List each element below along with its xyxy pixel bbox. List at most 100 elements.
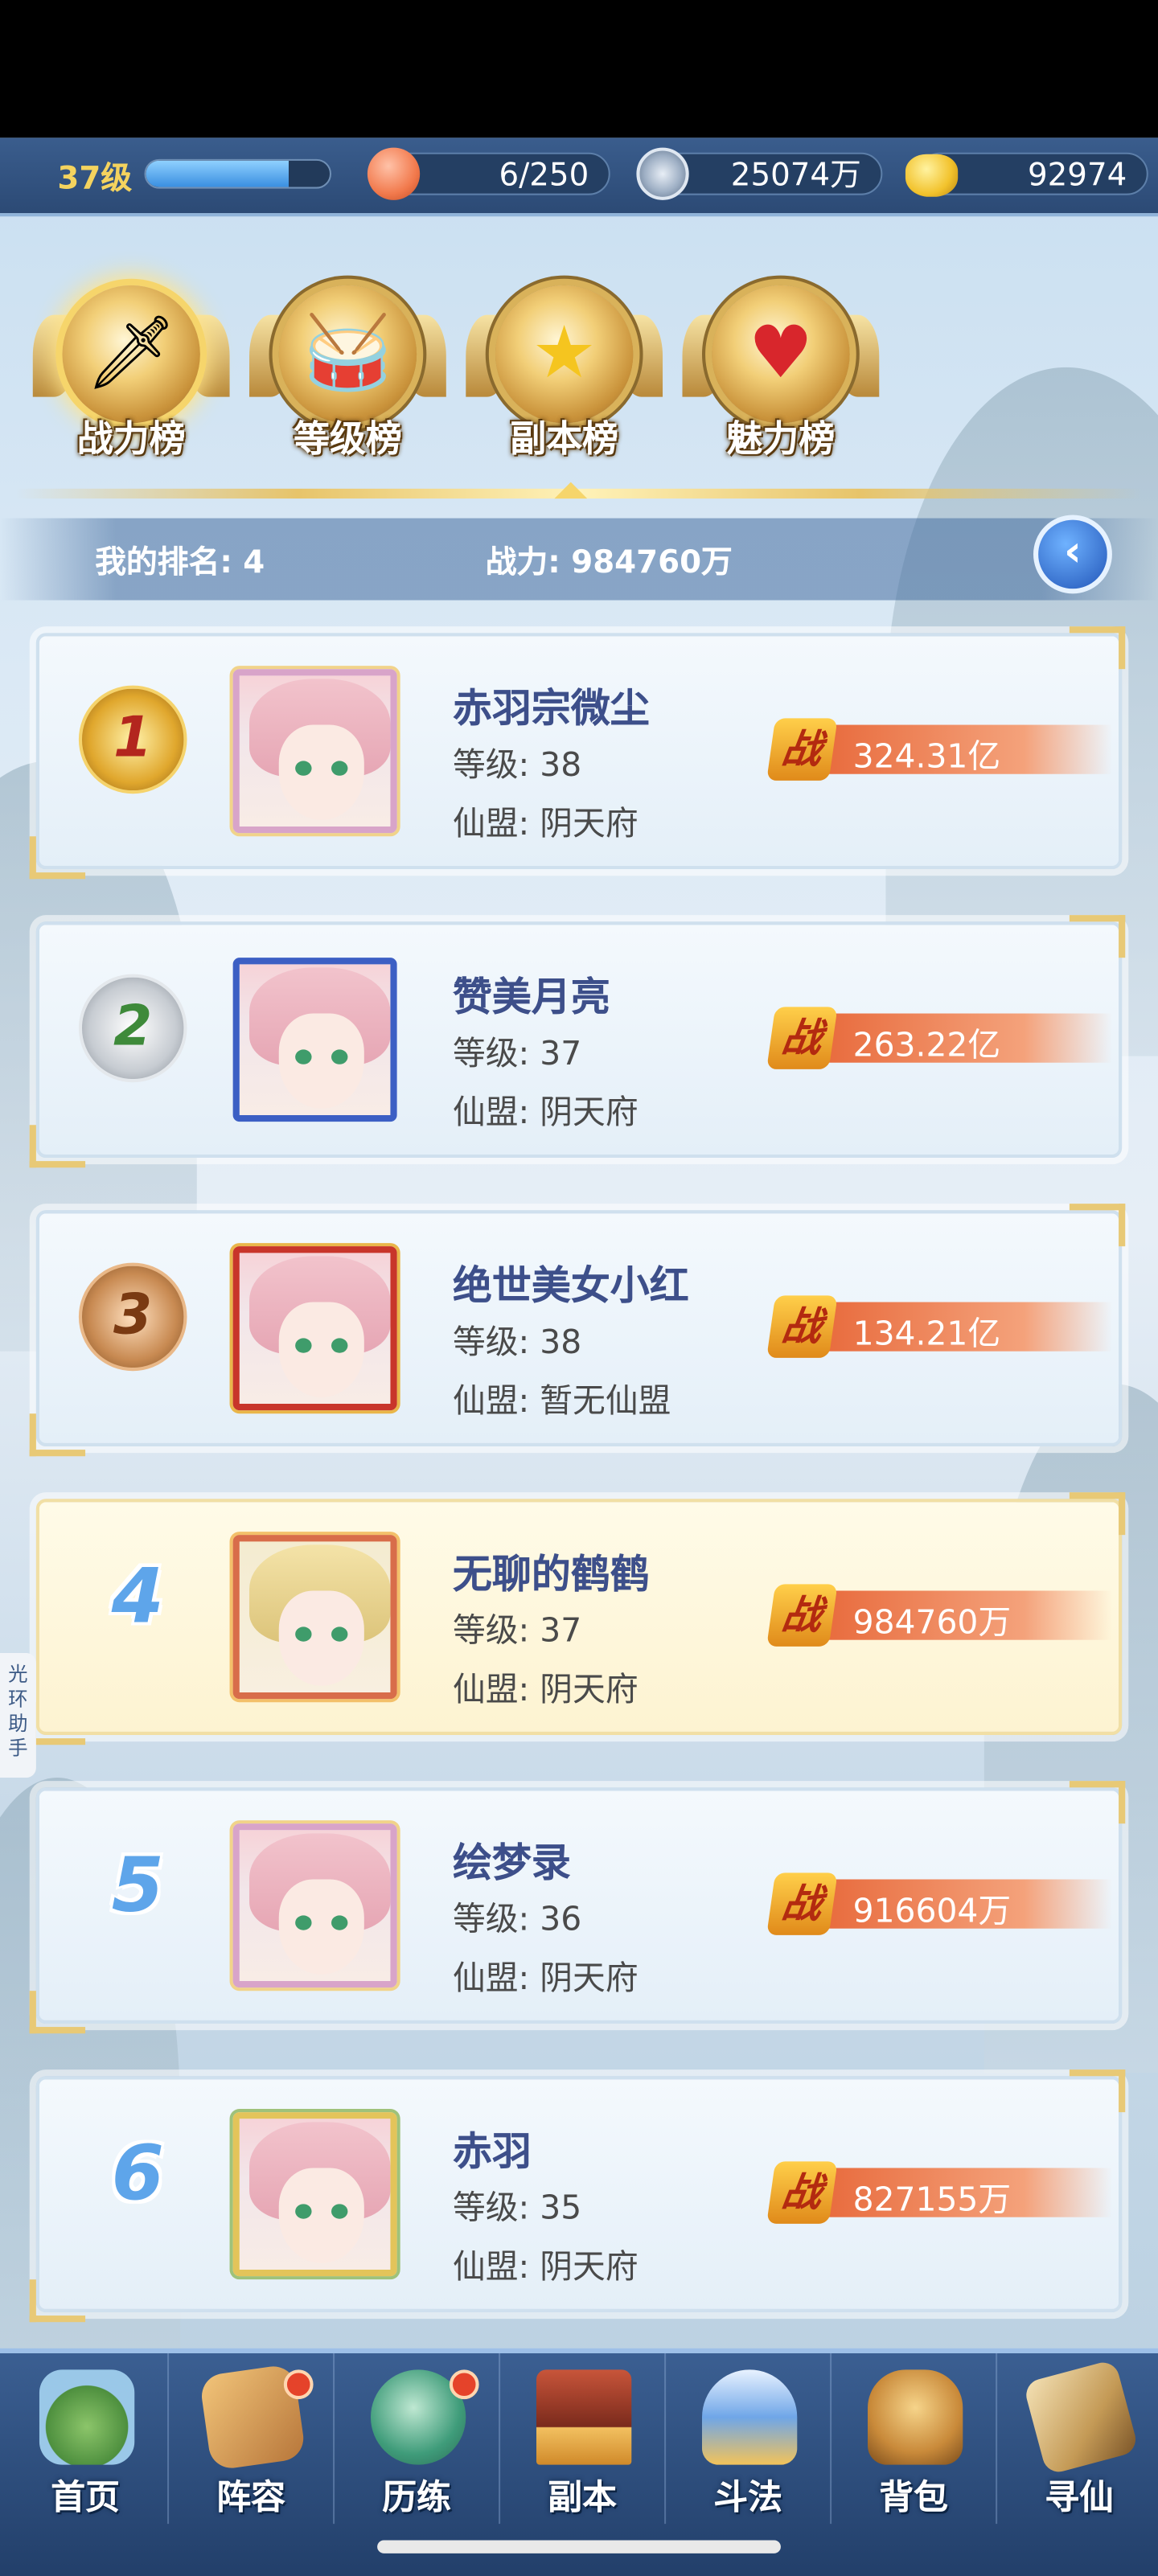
nav-dungeon[interactable]: 副本 — [500, 2352, 667, 2525]
player-level-text: 等级: 35 — [452, 2187, 582, 2227]
nav-label: 寻仙 — [1045, 2477, 1114, 2517]
back-button[interactable]: ‹ — [1033, 515, 1112, 594]
power-badge-icon: 战 — [766, 1007, 838, 1069]
tab-dungeon-ranking[interactable]: ★ 副本榜 — [466, 279, 663, 476]
tab-label: 魅力榜 — [726, 420, 836, 461]
bag-icon — [868, 2369, 963, 2465]
power-badge-icon: 战 — [766, 1584, 838, 1647]
power-display: 战 263.22亿 — [766, 1007, 1112, 1069]
player-name: 绝世美女小红 — [452, 1262, 689, 1309]
drum-emblem-icon: 🥁 — [278, 285, 417, 424]
coins-value: 25074万 — [730, 157, 861, 194]
ranking-row-2[interactable]: 2 赞美月亮 等级: 37 仙盟: 阴天府 战 263.22亿 — [23, 912, 1132, 1171]
gold-medal-icon: 1 — [78, 685, 187, 794]
nav-training[interactable]: 历练 — [335, 2352, 501, 2525]
tab-charm-ranking[interactable]: ♥ 魅力榜 — [682, 279, 880, 476]
power-display: 战 134.21亿 — [766, 1295, 1112, 1358]
corner-ornament — [1069, 1781, 1126, 1824]
corner-ornament — [1069, 915, 1126, 958]
power-value: 984760万 — [852, 1602, 1012, 1642]
tab-label: 等级榜 — [294, 420, 402, 461]
player-level-text: 等级: 38 — [452, 744, 582, 784]
player-level-text: 等级: 36 — [452, 1898, 582, 1938]
nav-lineup[interactable]: 阵容 — [169, 2352, 335, 2525]
corner-ornament — [29, 2279, 86, 2323]
sword-emblem-icon: 🗡 — [62, 285, 200, 424]
gate-icon — [536, 2369, 632, 2465]
back-arrow-icon: ‹ — [1064, 527, 1082, 577]
power-value: 916604万 — [852, 1890, 1012, 1930]
avatar[interactable] — [232, 1535, 397, 1700]
resource-bar: 37级 6/250 25074万 92974 — [0, 137, 1158, 217]
player-level-text: 等级: 37 — [452, 1610, 582, 1650]
avatar[interactable] — [232, 1823, 397, 1988]
power-display: 战 916604万 — [766, 1873, 1112, 1935]
power-badge-icon: 战 — [766, 1873, 838, 1935]
silver-medal-icon: 2 — [78, 974, 187, 1083]
avatar[interactable] — [232, 669, 397, 834]
nav-label: 背包 — [879, 2477, 948, 2517]
notification-dot — [449, 2369, 479, 2400]
level-progress-fill — [146, 160, 290, 187]
status-bar-area — [0, 0, 1158, 138]
power-value: 134.21亿 — [852, 1313, 1001, 1353]
nav-label: 历练 — [382, 2477, 451, 2517]
corner-ornament — [29, 1702, 86, 1745]
tab-power-ranking[interactable]: 🗡 战力榜 — [32, 279, 230, 476]
avatar[interactable] — [232, 1246, 397, 1411]
player-guild-text: 仙盟: 阴天府 — [452, 2246, 639, 2287]
power-badge-icon: 战 — [766, 2161, 838, 2224]
ranking-row-3[interactable]: 3 绝世美女小红 等级: 38 仙盟: 暂无仙盟 战 134.21亿 — [23, 1200, 1132, 1459]
power-value: 263.22亿 — [852, 1024, 1001, 1064]
corner-ornament — [1069, 2069, 1126, 2113]
sword-crest-icon — [701, 2369, 798, 2465]
power-value: 324.31亿 — [852, 736, 1001, 776]
corner-ornament — [1069, 1492, 1126, 1536]
player-name: 绘梦录 — [452, 1840, 571, 1886]
tab-level-ranking[interactable]: 🥁 等级榜 — [249, 279, 446, 476]
nav-label: 副本 — [548, 2477, 617, 2517]
power-display: 战 984760万 — [766, 1584, 1112, 1647]
ranking-row-5[interactable]: 5 绘梦录 等级: 36 仙盟: 阴天府 战 916604万 — [23, 1778, 1132, 2037]
star-emblem-icon: ★ — [495, 285, 634, 424]
player-guild-text: 仙盟: 阴天府 — [452, 1958, 639, 1998]
nav-seek-immortal[interactable]: 寻仙 — [997, 2353, 1158, 2524]
nav-label: 首页 — [51, 2477, 120, 2517]
power-badge-icon: 战 — [766, 1295, 838, 1358]
my-power-text: 战力: 984760万 — [485, 544, 733, 581]
heart-emblem-icon: ♥ — [712, 285, 850, 424]
power-badge-icon: 战 — [766, 718, 838, 781]
corner-ornament — [1069, 626, 1126, 670]
coin-icon — [636, 147, 689, 200]
assistant-side-tab[interactable]: 光环助手 — [0, 1653, 36, 1778]
notification-dot — [283, 2369, 314, 2400]
corner-ornament — [29, 1413, 86, 1457]
ranking-row-1[interactable]: 1 赤羽宗微尘 等级: 38 仙盟: 阴天府 战 324.31亿 — [23, 623, 1132, 882]
player-guild-text: 仙盟: 暂无仙盟 — [452, 1380, 671, 1421]
corner-ornament — [29, 1125, 86, 1168]
nav-home[interactable]: 首页 — [3, 2352, 170, 2525]
player-name: 赤羽宗微尘 — [452, 685, 650, 732]
bronze-medal-icon: 3 — [78, 1262, 187, 1372]
corner-ornament — [1069, 1204, 1126, 1247]
home-indicator[interactable] — [377, 2540, 781, 2553]
avatar[interactable] — [232, 2112, 397, 2277]
player-guild-text: 仙盟: 阴天府 — [452, 1669, 639, 1709]
home-island-icon — [39, 2369, 135, 2465]
nav-bag[interactable]: 背包 — [832, 2352, 998, 2525]
nav-battle[interactable]: 斗法 — [666, 2352, 832, 2525]
rank-number: 6 — [111, 2128, 164, 2217]
tab-label: 战力榜 — [76, 420, 186, 461]
scroll-icon — [1022, 2359, 1140, 2476]
avatar[interactable] — [232, 958, 397, 1122]
my-rank-text: 我的排名: 4 — [95, 544, 265, 581]
power-display: 战 324.31亿 — [766, 718, 1112, 781]
ingots-value: 92974 — [1027, 157, 1127, 194]
player-guild-text: 仙盟: 阴天府 — [452, 1092, 639, 1132]
ranking-row-6[interactable]: 6 赤羽 等级: 35 仙盟: 阴天府 战 827155万 — [23, 2066, 1132, 2325]
game-screen: 37级 6/250 25074万 92974 🗡 战力榜 🥁 等级榜 ★ 副本榜… — [0, 0, 1158, 2576]
player-level-text: 等级: 38 — [452, 1321, 582, 1361]
power-value: 827155万 — [852, 2179, 1012, 2219]
player-level-text: 等级: 37 — [452, 1033, 582, 1073]
ranking-row-4-self[interactable]: 4 无聊的鹤鹤 等级: 37 仙盟: 阴天府 战 984760万 — [23, 1489, 1132, 1748]
